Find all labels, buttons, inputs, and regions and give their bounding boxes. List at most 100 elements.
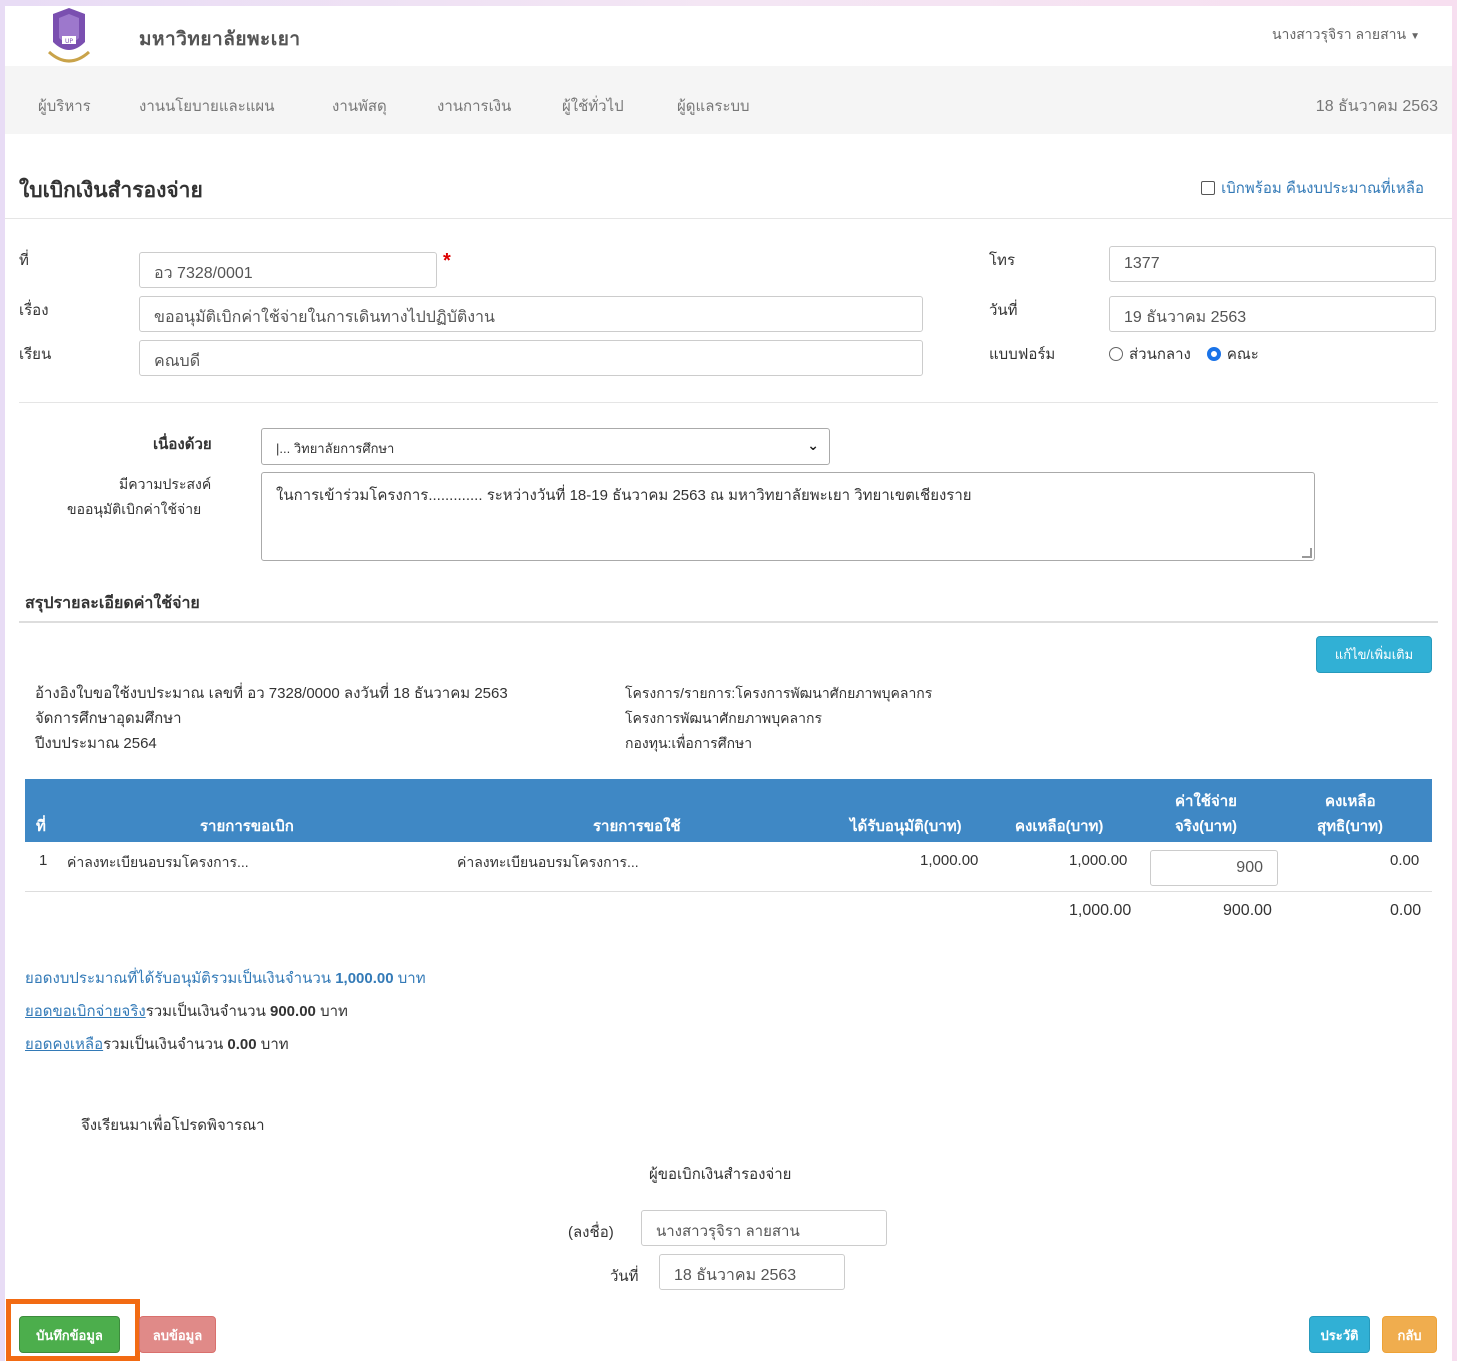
summary-remaining-text: รวมเป็นเงินจำนวน	[103, 1036, 224, 1053]
summary-remaining-line: ยอดคงเหลือรวมเป็นเงินจำนวน 0.00 บาท	[25, 1032, 289, 1056]
nav-item-finance[interactable]: งานการเงิน	[437, 94, 511, 118]
ref-right: โครงการ/รายการ:โครงการพัฒนาศักยภาพบุคลาก…	[625, 681, 932, 756]
tel-label: โทร	[989, 252, 1016, 269]
radio-central-label: ส่วนกลาง	[1129, 346, 1191, 363]
tel-input[interactable]: 1377	[1109, 246, 1436, 282]
back-button[interactable]: กลับ	[1382, 1316, 1437, 1353]
edit-add-button[interactable]: แก้ไข/เพิ่มเติม	[1316, 636, 1432, 673]
th-actual-2: จริง(บาท)	[1175, 818, 1237, 835]
closing-text: จึงเรียนมาเพื่อโปรดพิจารณา	[81, 1117, 265, 1134]
th-actual-1: ค่าใช้จ่าย	[1175, 793, 1237, 810]
td-net: 0.00	[1390, 852, 1420, 869]
to-label: เรียน	[19, 346, 52, 363]
actual-expense-input[interactable]: 900	[1150, 850, 1278, 886]
th-use-item: รายการขอใช้	[593, 818, 681, 835]
td-remaining: 1,000.00	[1069, 852, 1128, 869]
checkbox-icon[interactable]	[1201, 181, 1216, 195]
nav-item-admin[interactable]: ผู้ดูแลระบบ	[677, 94, 750, 118]
divider	[19, 402, 1438, 403]
ref-right-line: กองทุน:เพื่อการศึกษา	[625, 735, 753, 751]
baht-label: บาท	[320, 1003, 348, 1020]
summary-actual-link[interactable]: ยอดขอเบิกจ่ายจริง	[25, 1003, 146, 1020]
because-select-value: |... วิทยาลัยการศึกษา	[276, 441, 395, 456]
user-menu[interactable]: นางสาวรุจิรา ลายสาน ▼	[1272, 24, 1420, 46]
navbar: ผู้บริหาร งานนโยบายและแผน งานพัสดุ งานกา…	[5, 66, 1452, 134]
baht-label: บาท	[260, 1036, 289, 1053]
caret-down-icon: ▼	[1410, 31, 1420, 42]
total-actual: 900.00	[1223, 902, 1272, 919]
subject-label: เรื่อง	[19, 302, 49, 319]
save-button[interactable]: บันทึกข้อมูล	[19, 1316, 120, 1353]
user-name: นางสาวรุจิรา ลายสาน	[1271, 26, 1407, 42]
sign-date-input[interactable]: 18 ธันวาคม 2563	[659, 1254, 845, 1290]
th-no: ที่	[36, 818, 46, 835]
summary-actual-amount: 900.00	[270, 1003, 316, 1020]
summary-actual-text: รวมเป็นเงินจำนวน	[145, 1003, 266, 1020]
ref-left-line: ปีงบประมาณ 2564	[35, 735, 157, 752]
nav-date: 18 ธันวาคม 2563	[1315, 98, 1438, 115]
date-label: วันที่	[989, 302, 1018, 319]
divider	[19, 621, 1438, 623]
doc-number-input[interactable]: อว 7328/0001	[139, 252, 437, 288]
ref-right-line: โครงการพัฒนาศักยภาพบุคลากร	[625, 710, 822, 726]
td-use-item: ค่าลงทะเบียนอบรมโครงการ...	[457, 854, 639, 870]
form-type-label: แบบฟอร์ม	[989, 346, 1056, 363]
requester-title: ผู้ขอเบิกเงินสำรองจ่าย	[649, 1166, 792, 1183]
purpose-text: ในการเข้าร่วมโครงการ............. ระหว่า…	[276, 487, 972, 504]
ref-left-line: อ้างอิงใบขอใช้งบประมาณ เลขที่ อว 7328/00…	[35, 685, 508, 702]
purpose-textarea[interactable]: ในการเข้าร่วมโครงการ............. ระหว่า…	[261, 472, 1315, 561]
th-net-2: สุทธิ(บาท)	[1317, 818, 1384, 835]
sign-label: (ลงชื่อ)	[568, 1224, 614, 1241]
summary-remaining-link[interactable]: ยอดคงเหลือ	[25, 1036, 103, 1053]
summary-approved-line: ยอดงบประมาณที่ได้รับอนุมัติรวมเป็นเงินจำ…	[25, 966, 426, 990]
page-title: ใบเบิกเงินสำรองจ่าย	[19, 179, 203, 202]
summary-title: สรุปรายละเอียดค่าใช้จ่าย	[25, 595, 200, 612]
delete-button[interactable]: ลบข้อมูล	[139, 1316, 216, 1353]
nav-item-general-user[interactable]: ผู้ใช้ทั่วไป	[562, 94, 624, 118]
resize-handle-icon[interactable]	[1302, 548, 1312, 558]
form-type-radio-group: ส่วนกลาง คณะ	[1109, 342, 1259, 366]
td-approved: 1,000.00	[920, 852, 979, 869]
th-withdraw-item: รายการขอเบิก	[200, 818, 294, 835]
date-input[interactable]: 19 ธันวาคม 2563	[1109, 296, 1436, 332]
because-select[interactable]: |... วิทยาลัยการศึกษา ⌄	[261, 428, 830, 465]
table-header: ที่ รายการขอเบิก รายการขอใช้ ได้รับอนุมั…	[25, 779, 1432, 842]
radio-faculty-label: คณะ	[1226, 346, 1259, 363]
topbar: UP มหาวิทยาลัยพะเยา นางสาวรุจิรา ลายสาน ▼	[5, 6, 1452, 66]
ref-left: อ้างอิงใบขอใช้งบประมาณ เลขที่ อว 7328/00…	[35, 681, 508, 756]
no-label: ที่	[19, 252, 29, 269]
purpose-label-1: มีความประสงค์	[119, 476, 212, 492]
table-row: 1 ค่าลงทะเบียนอบรมโครงการ... ค่าลงทะเบีย…	[25, 842, 1432, 892]
baht-label: บาท	[397, 970, 426, 987]
sign-date-label: วันที่	[610, 1268, 639, 1285]
total-remaining: 1,000.00	[1069, 902, 1132, 919]
required-mark: *	[443, 250, 451, 272]
nav-item-executive[interactable]: ผู้บริหาร	[38, 94, 91, 118]
ref-left-line: จัดการศึกษาอุดมศึกษา	[35, 710, 182, 727]
td-no: 1	[39, 852, 48, 869]
because-label: เนื่องด้วย	[153, 436, 212, 453]
summary-approved-text: ยอดงบประมาณที่ได้รับอนุมัติรวมเป็นเงินจำ…	[25, 970, 332, 987]
td-withdraw-item: ค่าลงทะเบียนอบรมโครงการ...	[67, 854, 249, 870]
ref-right-line: โครงการ/รายการ:โครงการพัฒนาศักยภาพบุคลาก…	[625, 685, 933, 701]
radio-central[interactable]	[1109, 347, 1123, 361]
signature-name-input[interactable]: นางสาวรุจิรา ลายสาน	[641, 1210, 887, 1246]
th-remaining: คงเหลือ(บาท)	[1015, 818, 1104, 835]
history-button[interactable]: ประวัติ	[1309, 1316, 1370, 1353]
page: UP มหาวิทยาลัยพะเยา นางสาวรุจิรา ลายสาน ▼…	[5, 6, 1452, 1361]
summary-actual-line: ยอดขอเบิกจ่ายจริงรวมเป็นเงินจำนวน 900.00…	[25, 999, 348, 1023]
svg-text:UP: UP	[65, 38, 73, 45]
radio-faculty[interactable]	[1206, 347, 1221, 361]
total-net: 0.00	[1390, 902, 1422, 919]
chevron-down-icon: ⌄	[807, 437, 819, 453]
nav-item-policy[interactable]: งานนโยบายและแผน	[139, 94, 274, 118]
return-budget-checkbox[interactable]: เบิกพร้อม คืนงบประมาณที่เหลือ	[1201, 176, 1424, 200]
summary-remaining-amount: 0.00	[227, 1036, 257, 1053]
th-approved: ได้รับอนุมัติ(บาท)	[850, 818, 962, 835]
subject-input[interactable]: ขออนุมัติเบิกค่าใช้จ่ายในการเดินทางไปปฏิ…	[139, 296, 923, 332]
nav-item-supplies[interactable]: งานพัสดุ	[332, 94, 387, 118]
summary-approved-amount: 1,000.00	[335, 970, 394, 987]
university-logo-icon[interactable]: UP	[45, 8, 93, 66]
divider	[5, 218, 1452, 219]
to-input[interactable]: คณบดี	[139, 340, 923, 376]
